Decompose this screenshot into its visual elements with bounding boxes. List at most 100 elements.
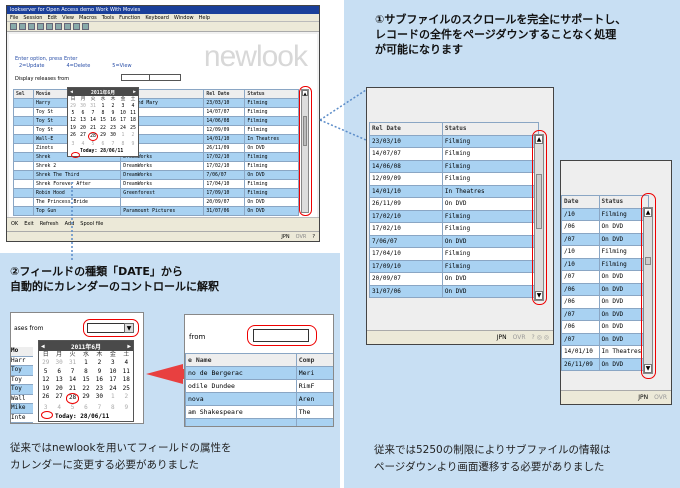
calendar-day[interactable]: 17 [106, 376, 119, 385]
function-button[interactable]: Exit [24, 221, 33, 228]
table-row[interactable]: nova Aren [185, 392, 333, 406]
calendar-day[interactable]: 30 [93, 393, 106, 404]
table-row[interactable]: 31/07/06 On DVD [369, 284, 540, 298]
calendar-day[interactable]: 3 [118, 103, 128, 110]
calendar-day[interactable]: 29 [39, 359, 52, 368]
calendar-day[interactable]: 19 [68, 125, 78, 132]
calendar-day[interactable]: 19 [39, 385, 52, 394]
date-field[interactable] [121, 74, 151, 81]
function-button[interactable]: Refresh [40, 221, 59, 228]
calendar-day[interactable]: 4 [52, 404, 65, 413]
calendar-day[interactable]: 18 [128, 117, 138, 124]
calendar-day[interactable]: 16 [93, 376, 106, 385]
calendar-day[interactable]: 12 [39, 376, 52, 385]
table-row[interactable]: Top Gun Paramount Pictures 31/07/06 On DVD [13, 206, 299, 216]
table-row[interactable]: /10 Filming [561, 257, 649, 271]
table-row[interactable]: Shrek The Third DreamWorks 7/06/07 On DVD [13, 170, 299, 180]
calendar-day[interactable]: 14 [88, 117, 98, 124]
table-row[interactable]: /06 On DVD [561, 220, 649, 234]
calendar-day[interactable]: 8 [106, 404, 119, 413]
calendar-day[interactable]: 17 [118, 117, 128, 124]
table-row[interactable]: 26/11/09 On DVD [369, 197, 540, 211]
toolbar-icon[interactable] [82, 23, 89, 30]
calendar-day[interactable]: 18 [120, 376, 133, 385]
menu-item[interactable]: Keyboard [145, 15, 169, 21]
calendar-day[interactable]: 11 [128, 110, 138, 117]
calendar-day[interactable]: 26 [39, 393, 52, 404]
table-row[interactable]: 12/09/09 Filming [369, 172, 540, 186]
calendar-day[interactable]: 9 [128, 141, 138, 148]
function-button[interactable]: Spool file [80, 221, 103, 228]
calendar-day[interactable]: 11 [120, 368, 133, 377]
calendar-day[interactable]: 2 [120, 393, 133, 404]
menu-item[interactable]: Macros [79, 15, 97, 21]
calendar-day[interactable]: 23 [93, 385, 106, 394]
calendar-day[interactable]: 7 [66, 368, 79, 377]
calendar-day[interactable]: 8 [98, 110, 108, 117]
function-button[interactable]: OK [11, 221, 18, 228]
calendar-day[interactable]: 6 [52, 368, 65, 377]
table-row[interactable]: no de Bergerac Meri [185, 366, 333, 380]
calendar-day[interactable]: 4 [128, 103, 138, 110]
table-row[interactable]: ZinotsPixar26/11/09On DVD [13, 143, 299, 153]
table-row[interactable]: /07 On DVD [561, 307, 649, 321]
calendar-day[interactable]: 3 [68, 141, 78, 148]
calendar-day[interactable]: 7 [93, 404, 106, 413]
calendar-day[interactable]: 5 [68, 110, 78, 117]
table-row[interactable] [185, 418, 333, 426]
status-select[interactable] [149, 74, 181, 81]
calendar-day[interactable]: 1 [98, 103, 108, 110]
calendar-day[interactable]: 7 [88, 110, 98, 117]
menu-item[interactable]: File [10, 15, 18, 21]
menu-item[interactable]: Function [119, 15, 140, 21]
calendar-day[interactable]: 1 [79, 359, 92, 368]
calendar-day[interactable]: 15 [98, 117, 108, 124]
table-row[interactable]: 20/09/07 On DVD [369, 272, 540, 286]
table-row[interactable]: The Princess Bride 20/09/07 On DVD [13, 197, 299, 207]
next-month-icon[interactable]: ▶ [127, 343, 131, 350]
calendar-day[interactable]: 13 [52, 376, 65, 385]
toolbar-icon[interactable] [64, 23, 71, 30]
table-row[interactable]: 14/01/10 In Theatres [561, 345, 649, 359]
menu-item[interactable]: Help [199, 15, 210, 21]
calendar-day[interactable]: 22 [98, 125, 108, 132]
table-row[interactable]: 26/11/09 On DVD [561, 357, 649, 371]
menu-item[interactable]: Tools [102, 15, 114, 21]
calendar-day[interactable]: 6 [98, 141, 108, 148]
calendar-day[interactable]: 8 [118, 141, 128, 148]
calendar-day[interactable]: 25 [128, 125, 138, 132]
toolbar-icon[interactable] [55, 23, 62, 30]
calendar-day[interactable]: 1 [106, 393, 119, 404]
calendar-day[interactable]: 13 [78, 117, 88, 124]
table-row[interactable]: 14/06/08 Filming [369, 159, 540, 173]
calendar-day[interactable]: 30 [108, 132, 118, 141]
table-row[interactable]: Shrek Forever After DreamWorks 17/04/10 Fil… [13, 179, 299, 189]
calendar-day[interactable]: 9 [108, 110, 118, 117]
calendar-day[interactable]: 10 [118, 110, 128, 117]
calendar-large-today[interactable]: Today: 28/06/11 [39, 412, 133, 422]
calendar-day[interactable]: 2 [93, 359, 106, 368]
toolbar-icon[interactable] [73, 23, 80, 30]
table-row[interactable]: Toy StPixar12/09/09Filming [13, 125, 299, 135]
calendar-day[interactable]: 2 [128, 132, 138, 141]
table-row[interactable]: 17/09/10 Filming [369, 259, 540, 273]
calendar-day[interactable]: 30 [78, 103, 88, 110]
table-row[interactable]: Robin Hood Greenforest 17/09/10 Filming [13, 188, 299, 198]
menu-item[interactable]: Edit [47, 15, 57, 21]
calendar-day[interactable]: 29 [68, 103, 78, 110]
toolbar-icon[interactable] [10, 23, 17, 30]
table-row[interactable]: Toy StPixar14/06/08Filming [13, 116, 299, 126]
table-row[interactable]: 7/06/07 On DVD [369, 234, 540, 248]
calendar-day[interactable]: 4 [120, 359, 133, 368]
function-button[interactable]: Add [65, 221, 75, 228]
calendar-day[interactable]: 21 [66, 385, 79, 394]
calendar-day[interactable]: 30 [52, 359, 65, 368]
table-row[interactable]: 23/03/10 Filming [369, 134, 540, 148]
toolbar-icon[interactable] [28, 23, 35, 30]
table-row[interactable]: /10 Filming [561, 245, 649, 259]
table-row[interactable]: Wall-EPixar14/01/10In Theatres [13, 134, 299, 144]
toolbar-icon[interactable] [19, 23, 26, 30]
calendar-day[interactable]: 9 [93, 368, 106, 377]
calendar-day[interactable]: 5 [39, 368, 52, 377]
table-row[interactable]: am Shakespeare The [185, 405, 333, 419]
